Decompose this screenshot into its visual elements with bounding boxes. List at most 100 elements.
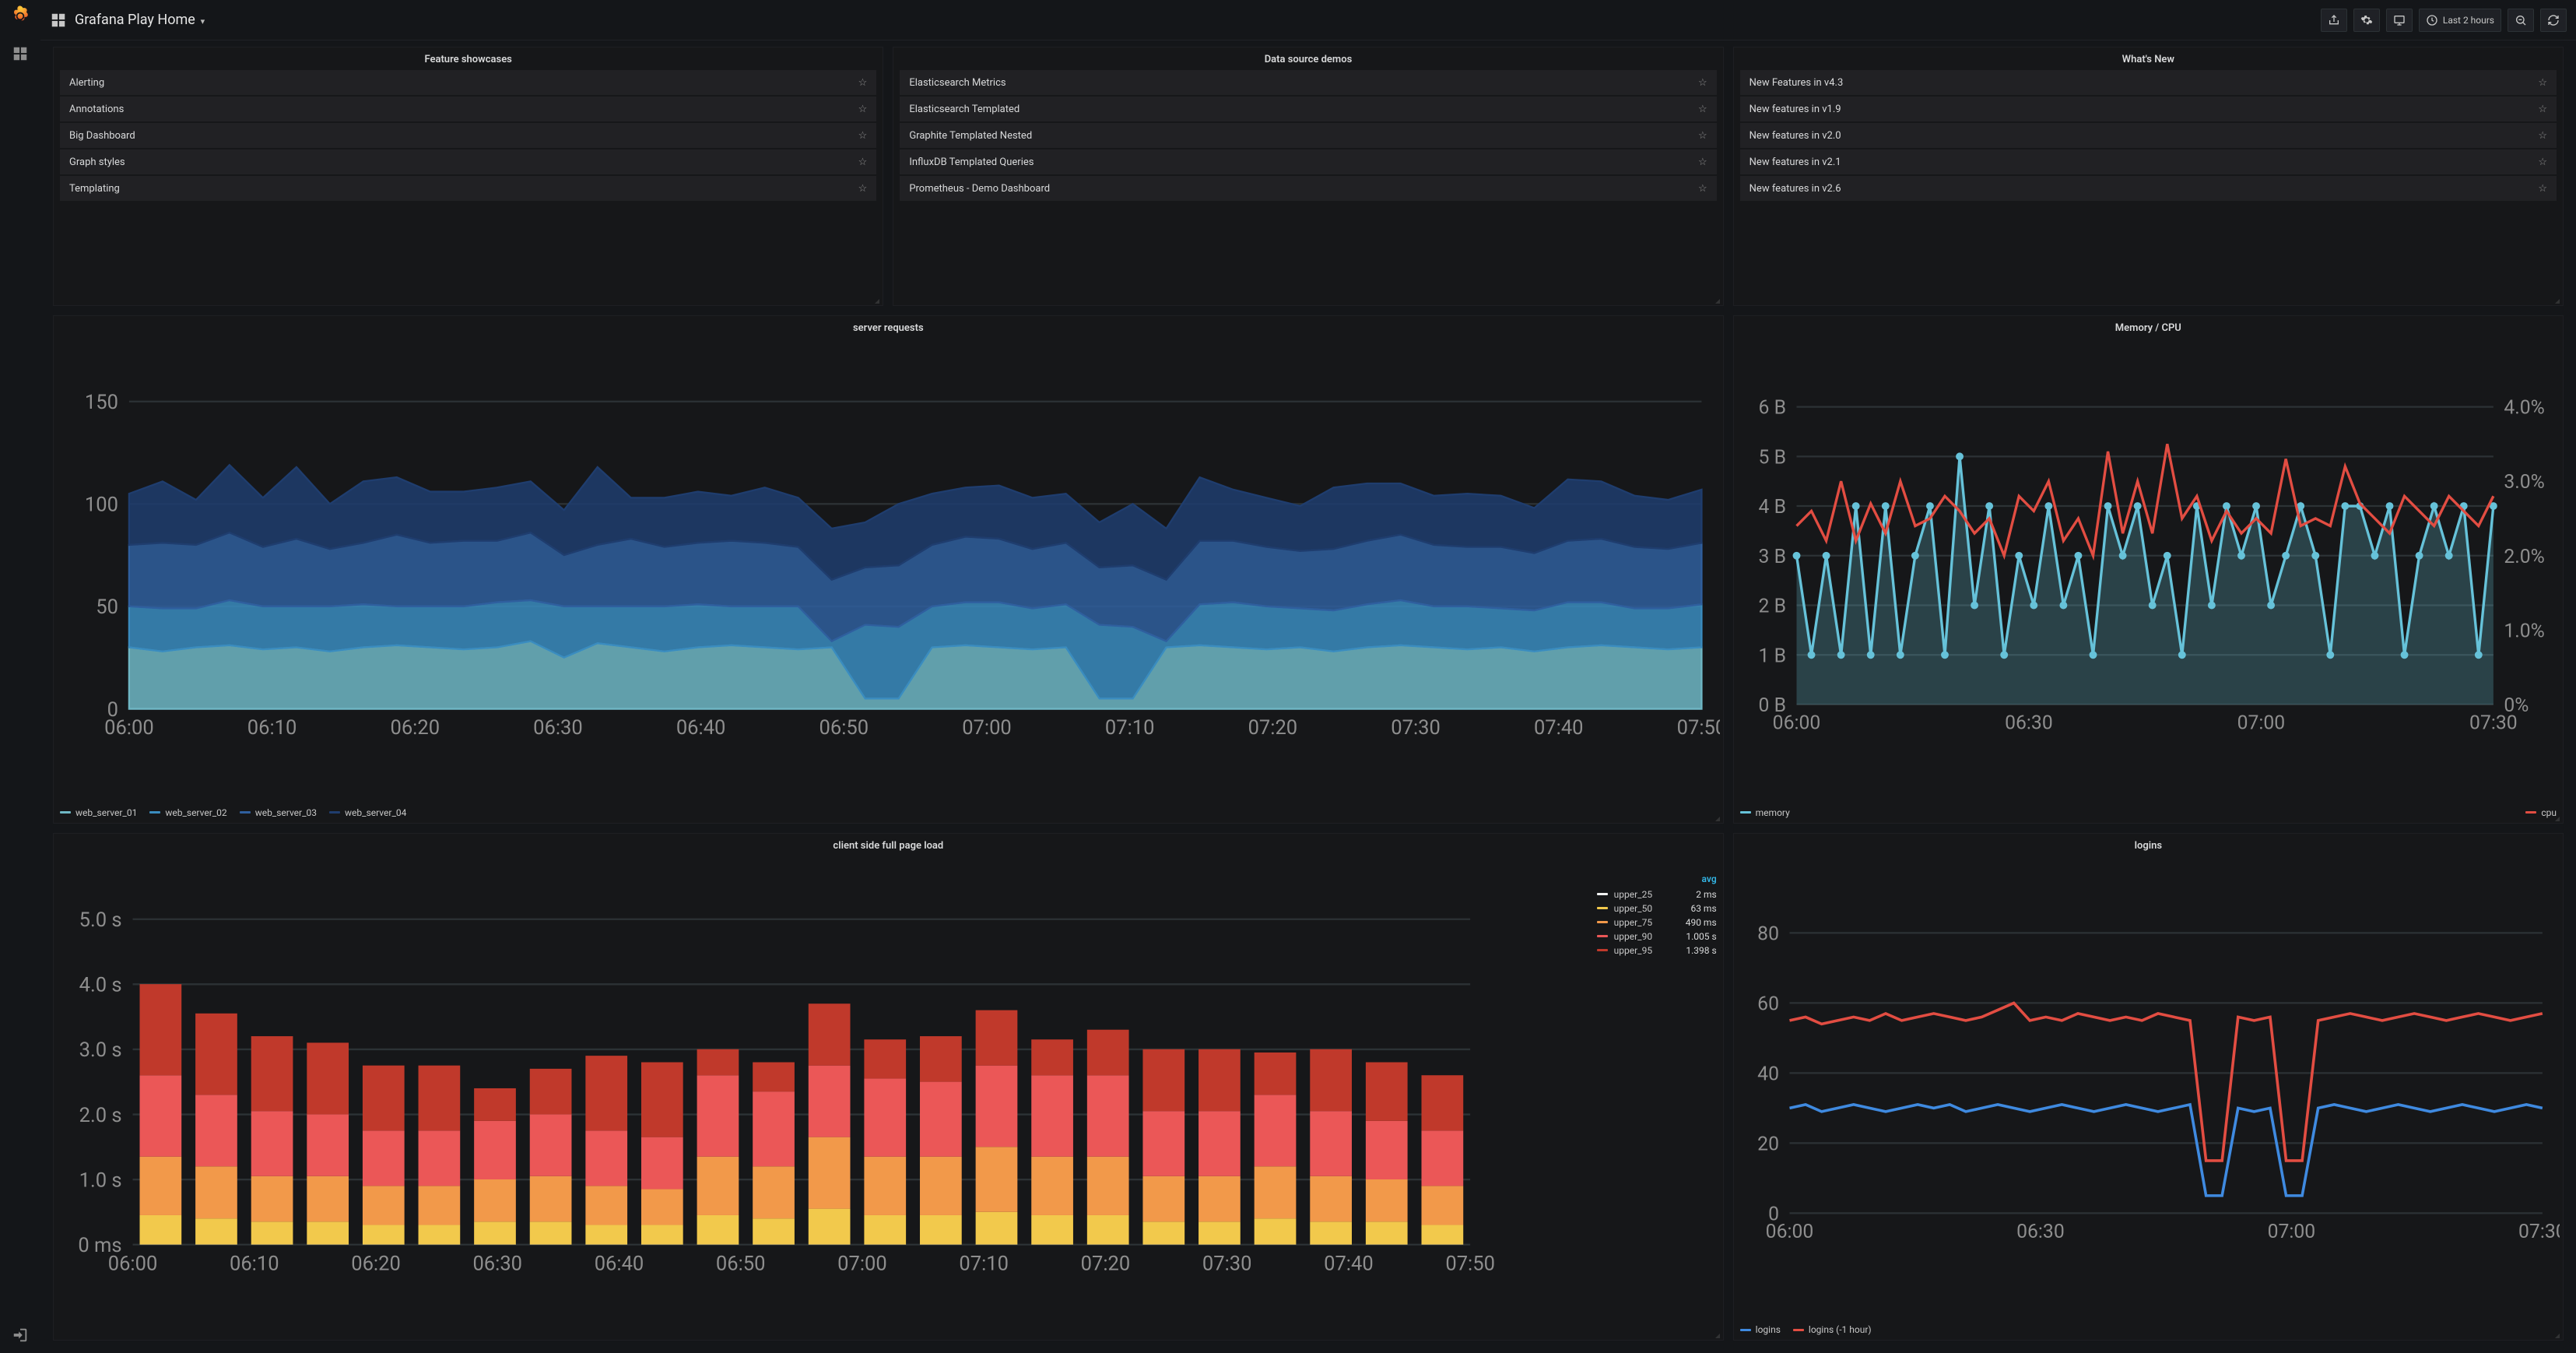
legend-item[interactable]: upper_901.005 s <box>1597 930 1717 944</box>
svg-text:150: 150 <box>85 391 118 414</box>
list-item[interactable]: Alerting ☆ <box>60 70 876 95</box>
star-icon[interactable]: ☆ <box>2538 77 2547 89</box>
svg-text:06:20: 06:20 <box>390 716 440 740</box>
list-item-label: InfluxDB Templated Queries <box>909 156 1034 168</box>
legend: web_server_01 web_server_02 web_server_03 w… <box>54 804 1723 823</box>
resize-handle[interactable] <box>2555 1334 2561 1340</box>
resize-handle[interactable] <box>2555 817 2561 823</box>
star-icon[interactable]: ☆ <box>1698 104 1707 115</box>
list-item[interactable]: New features in v2.6☆ <box>1740 176 2557 201</box>
list-item[interactable]: Elasticsearch Metrics☆ <box>900 70 1716 95</box>
star-icon[interactable]: ☆ <box>858 77 868 89</box>
svg-text:07:00: 07:00 <box>2267 1221 2315 1243</box>
panel-title: client side full page load <box>54 834 1723 856</box>
dashboard-title[interactable]: Grafana Play Home ▾ <box>75 12 205 28</box>
legend-item[interactable]: web_server_04 <box>329 807 406 818</box>
legend-item[interactable]: upper_252 ms <box>1597 887 1717 901</box>
list-item[interactable]: Prometheus - Demo Dashboard☆ <box>900 176 1716 201</box>
grafana-logo-icon[interactable] <box>9 5 31 30</box>
list-item[interactable]: Graphite Templated Nested☆ <box>900 123 1716 148</box>
star-icon[interactable]: ☆ <box>2538 104 2547 115</box>
chart-server-requests[interactable]: 05010015006:0006:1006:2006:3006:4006:500… <box>54 339 1723 804</box>
legend-item[interactable]: upper_5063 ms <box>1597 901 1717 915</box>
list-item-label: Alerting <box>69 77 104 89</box>
resize-handle[interactable] <box>875 299 881 305</box>
list-item-label: Big Dashboard <box>69 130 135 142</box>
legend-item[interactable]: upper_951.398 s <box>1597 944 1717 958</box>
list-item-label: Graph styles <box>69 156 125 168</box>
star-icon[interactable]: ☆ <box>858 156 868 168</box>
svg-text:07:10: 07:10 <box>959 1252 1009 1275</box>
list-item[interactable]: Graph styles ☆ <box>60 149 876 174</box>
dashboard-content: Feature showcases Alerting☆Annotations☆B… <box>40 40 2576 1353</box>
legend-item[interactable]: web_server_03 <box>240 807 317 818</box>
time-range-button[interactable]: Last 2 hours <box>2419 9 2501 32</box>
legend: memory cpu <box>1734 804 2563 823</box>
svg-text:3.0 s: 3.0 s <box>79 1038 122 1062</box>
svg-text:06:30: 06:30 <box>472 1252 522 1275</box>
signin-icon[interactable] <box>12 1327 29 1344</box>
panel-title: Data source demos <box>893 47 1722 70</box>
zoom-out-button[interactable] <box>2508 9 2534 32</box>
star-icon[interactable]: ☆ <box>858 183 868 195</box>
refresh-button[interactable] <box>2540 9 2567 32</box>
legend-item[interactable]: memory <box>1740 807 1790 818</box>
legend-item[interactable]: logins (-1 hour) <box>1793 1324 1872 1335</box>
list-item[interactable]: New Features in v4.3☆ <box>1740 70 2557 95</box>
settings-button[interactable] <box>2353 9 2380 32</box>
panel-feature-showcases: Feature showcases Alerting☆Annotations☆B… <box>53 47 883 306</box>
chart-logins[interactable]: 02040608006:0006:3007:0007:30 <box>1734 856 2563 1321</box>
resize-handle[interactable] <box>2555 299 2561 305</box>
list-item[interactable]: New features in v1.9☆ <box>1740 97 2557 121</box>
svg-text:2 B: 2 B <box>1758 595 1785 617</box>
list-item[interactable]: New features in v2.0☆ <box>1740 123 2557 148</box>
chevron-down-icon: ▾ <box>198 16 205 26</box>
svg-text:1 B: 1 B <box>1758 645 1785 667</box>
list-item[interactable]: InfluxDB Templated Queries ☆ <box>900 149 1716 174</box>
side-rail <box>0 0 40 1353</box>
svg-text:40: 40 <box>1757 1063 1779 1085</box>
legend-item[interactable]: upper_75490 ms <box>1597 915 1717 930</box>
dashboards-icon[interactable] <box>12 45 29 62</box>
star-icon[interactable]: ☆ <box>2538 156 2547 168</box>
svg-text:5 B: 5 B <box>1758 446 1785 469</box>
svg-text:07:00: 07:00 <box>2237 712 2285 734</box>
star-icon[interactable]: ☆ <box>1698 77 1707 89</box>
resize-handle[interactable] <box>1715 817 1721 823</box>
svg-text:07:40: 07:40 <box>1534 716 1584 740</box>
list-item[interactable]: New features in v2.1 ☆ <box>1740 149 2557 174</box>
legend-item[interactable]: logins <box>1740 1324 1781 1335</box>
svg-text:07:00: 07:00 <box>962 716 1012 740</box>
list-item[interactable]: Big Dashboard ☆ <box>60 123 876 148</box>
star-icon[interactable]: ☆ <box>858 130 868 142</box>
list-item[interactable]: Templating☆ <box>60 176 876 201</box>
list-item-label: Annotations <box>69 104 124 115</box>
chart-memory-cpu[interactable]: 0 B1 B2 B3 B4 B5 B6 B0%1.0%2.0%3.0%4.0%0… <box>1734 339 2563 804</box>
svg-text:07:50: 07:50 <box>1677 716 1720 740</box>
list-item[interactable]: Annotations ☆ <box>60 97 876 121</box>
svg-text:06:50: 06:50 <box>819 716 869 740</box>
dashboards-grid-icon[interactable] <box>50 12 67 29</box>
chart-page-load[interactable]: 0 ms1.0 s2.0 s3.0 s4.0 s5.0 s06:0006:100… <box>54 856 1723 1340</box>
resize-handle[interactable] <box>1715 299 1721 305</box>
star-icon[interactable]: ☆ <box>1698 183 1707 195</box>
legend-item[interactable]: web_server_01 <box>60 807 137 818</box>
star-icon[interactable]: ☆ <box>1698 130 1707 142</box>
legend-item[interactable]: web_server_02 <box>149 807 226 818</box>
svg-text:06:00: 06:00 <box>104 716 154 740</box>
panel-title: server requests <box>54 316 1723 339</box>
star-icon[interactable]: ☆ <box>1698 156 1707 168</box>
resize-handle[interactable] <box>1715 1334 1721 1340</box>
legend-item[interactable]: cpu <box>2510 807 2557 818</box>
list-item[interactable]: Elasticsearch Templated☆ <box>900 97 1716 121</box>
svg-text:1.0%: 1.0% <box>2504 620 2544 642</box>
star-icon[interactable]: ☆ <box>2538 130 2547 142</box>
svg-text:6 B: 6 B <box>1758 396 1785 419</box>
star-icon[interactable]: ☆ <box>2538 183 2547 195</box>
star-icon[interactable]: ☆ <box>858 104 868 115</box>
svg-text:4.0 s: 4.0 s <box>79 973 122 996</box>
tv-mode-button[interactable] <box>2386 9 2413 32</box>
share-button[interactable] <box>2321 9 2347 32</box>
list-item-label: New features in v2.1 <box>1750 156 1841 168</box>
legend: logins logins (-1 hour) <box>1734 1321 2563 1340</box>
